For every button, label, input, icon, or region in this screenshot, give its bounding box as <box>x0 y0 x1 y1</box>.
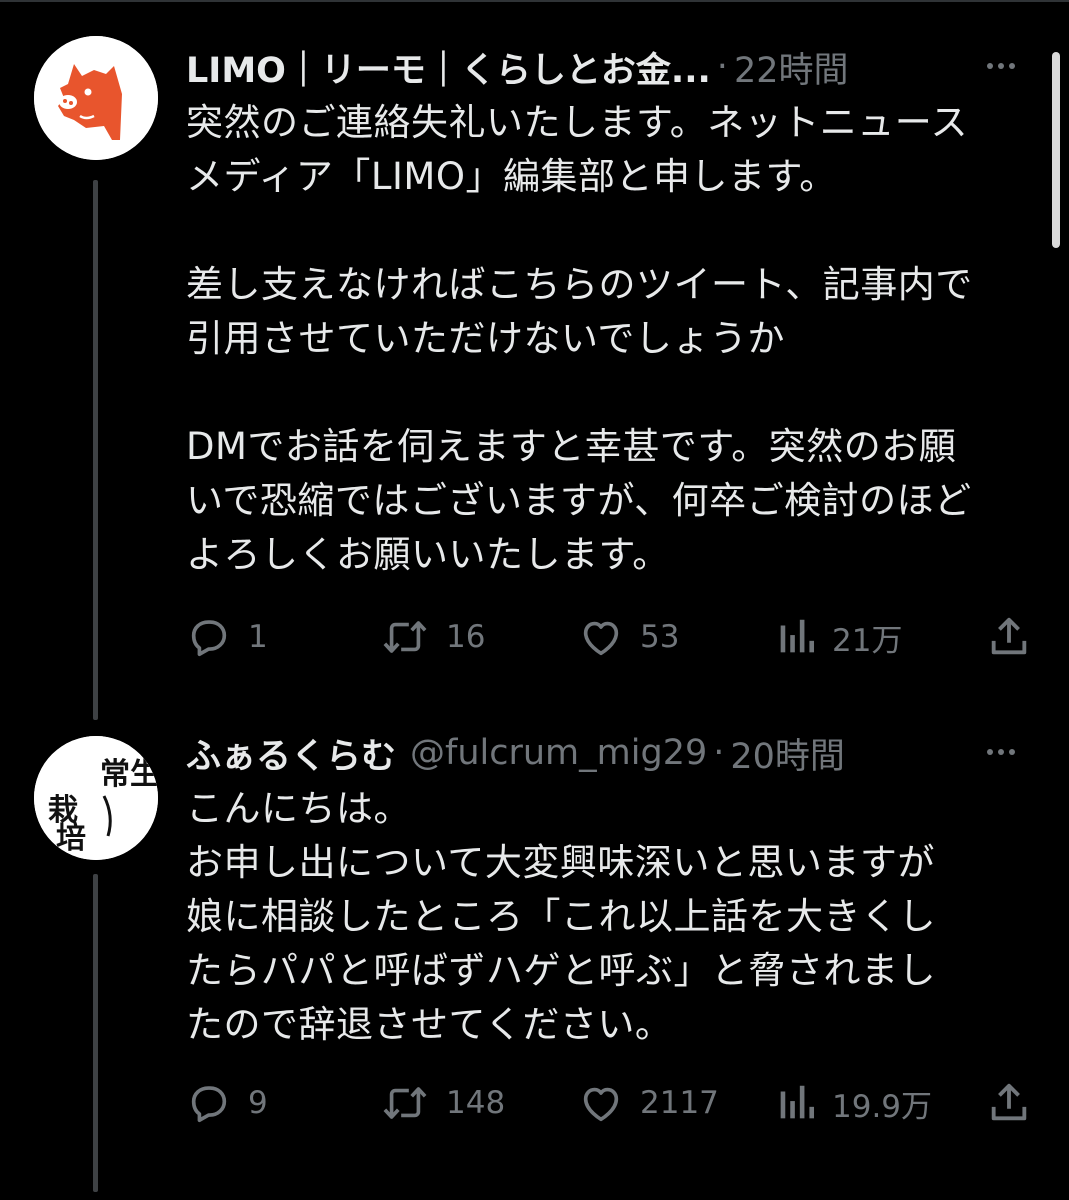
display-name[interactable]: LIMO｜リーモ｜くらしとお金... <box>186 42 711 93</box>
views-button[interactable]: 21万 <box>776 612 902 662</box>
tweet-text: こんにちは。 お申し出について大変興味深いと思いますが 娘に相談したところ「これ… <box>186 782 1036 1052</box>
views-icon <box>780 1085 815 1119</box>
retweet-count: 16 <box>446 619 486 655</box>
reply-count: 1 <box>248 619 268 655</box>
tweet-text-line: 引用させていただけないでしょうか <box>186 317 785 360</box>
display-name[interactable]: ふぁるくらむ <box>186 728 396 779</box>
tweet-text-line: 娘に相談したところ「これ以上話を大きくし <box>186 895 936 938</box>
retweet-button[interactable]: 148 <box>380 1078 505 1128</box>
like-count: 53 <box>640 619 680 655</box>
reply-icon <box>191 620 227 657</box>
tweet-text-line: 突然のご連絡失礼いたします。ネットニュース <box>186 101 968 144</box>
heart-icon <box>583 621 619 656</box>
share-icon <box>991 617 1027 655</box>
reply-icon <box>191 1086 227 1123</box>
timestamp[interactable]: 20時間 <box>730 728 845 779</box>
tweet[interactable]: LIMO｜リーモ｜くらしとお金... · 22時間 突然のご連絡失礼いたします。… <box>0 0 1069 720</box>
reply-button[interactable]: 9 <box>186 1078 268 1128</box>
tweet-text-line: 差し支えなければこちらのツイート、記事内で <box>186 263 973 306</box>
tweet-text-line: たので辞退させてください。 <box>186 1003 673 1046</box>
calligraphy-icon: 常生 栽 培 <box>34 736 158 860</box>
tweet-text-line: こんにちは。 <box>186 787 411 830</box>
retweet-button[interactable]: 16 <box>380 612 485 662</box>
more-icon[interactable] <box>983 734 1019 770</box>
heart-icon <box>583 1087 619 1122</box>
share-icon <box>991 1083 1027 1121</box>
retweet-icon <box>383 621 427 653</box>
like-button[interactable]: 2117 <box>578 1078 719 1128</box>
separator-dot: · <box>713 733 725 773</box>
avatar[interactable] <box>34 36 158 160</box>
tweet[interactable]: 常生 栽 培 ふぁるくらむ @fulcrum_mig29 · 20時間 こんにち… <box>0 720 1069 1200</box>
like-count: 2117 <box>640 1085 719 1121</box>
thread-line <box>93 180 98 720</box>
views-count: 19.9万 <box>832 1088 933 1125</box>
scrollbar[interactable] <box>1052 52 1060 248</box>
user-handle[interactable]: @fulcrum_mig29 <box>410 733 707 773</box>
action-bar: 1 16 53 21万 <box>186 612 1036 662</box>
share-button[interactable] <box>986 1078 1032 1128</box>
views-button[interactable]: 19.9万 <box>776 1078 932 1128</box>
thread-line <box>93 874 98 1192</box>
svg-text:常生: 常生 <box>100 757 158 792</box>
timestamp[interactable]: 22時間 <box>734 42 849 93</box>
views-icon <box>780 619 815 653</box>
like-button[interactable]: 53 <box>578 612 679 662</box>
views-count: 21万 <box>832 622 903 659</box>
tweet-text-line: メディア「LIMO」編集部と申します。 <box>186 155 837 198</box>
tweet-text-line: DMでお話を伺えますと幸甚です。突然のお願 <box>186 425 957 468</box>
reply-count: 9 <box>248 1085 268 1121</box>
retweet-count: 148 <box>446 1085 506 1121</box>
avatar[interactable]: 常生 栽 培 <box>34 736 158 860</box>
action-bar: 9 148 2117 19.9万 <box>186 1078 1036 1128</box>
pig-logo-icon <box>34 36 158 160</box>
separator-dot: · <box>716 47 728 87</box>
retweet-icon <box>383 1087 427 1119</box>
tweet-text-line: よろしくお願いいたします。 <box>186 533 670 576</box>
tweet-text-line: お申し出について大変興味深いと思いますが <box>186 841 935 884</box>
tweet-text: 突然のご連絡失礼いたします。ネットニュース メディア「LIMO」編集部と申します… <box>186 96 1036 582</box>
reply-button[interactable]: 1 <box>186 612 268 662</box>
tweet-header: ふぁるくらむ @fulcrum_mig29 · 20時間 <box>186 728 1029 778</box>
tweet-text-line: いで恐縮ではございますが、何卒ご検討のほど <box>186 479 972 522</box>
share-button[interactable] <box>986 612 1032 662</box>
tweet-header: LIMO｜リーモ｜くらしとお金... · 22時間 <box>186 42 1029 92</box>
svg-text:培: 培 <box>56 821 86 856</box>
tweet-text-line: たらパパと呼ばずハゲと呼ぶ」と脅されまし <box>186 949 936 992</box>
more-icon[interactable] <box>983 48 1019 84</box>
